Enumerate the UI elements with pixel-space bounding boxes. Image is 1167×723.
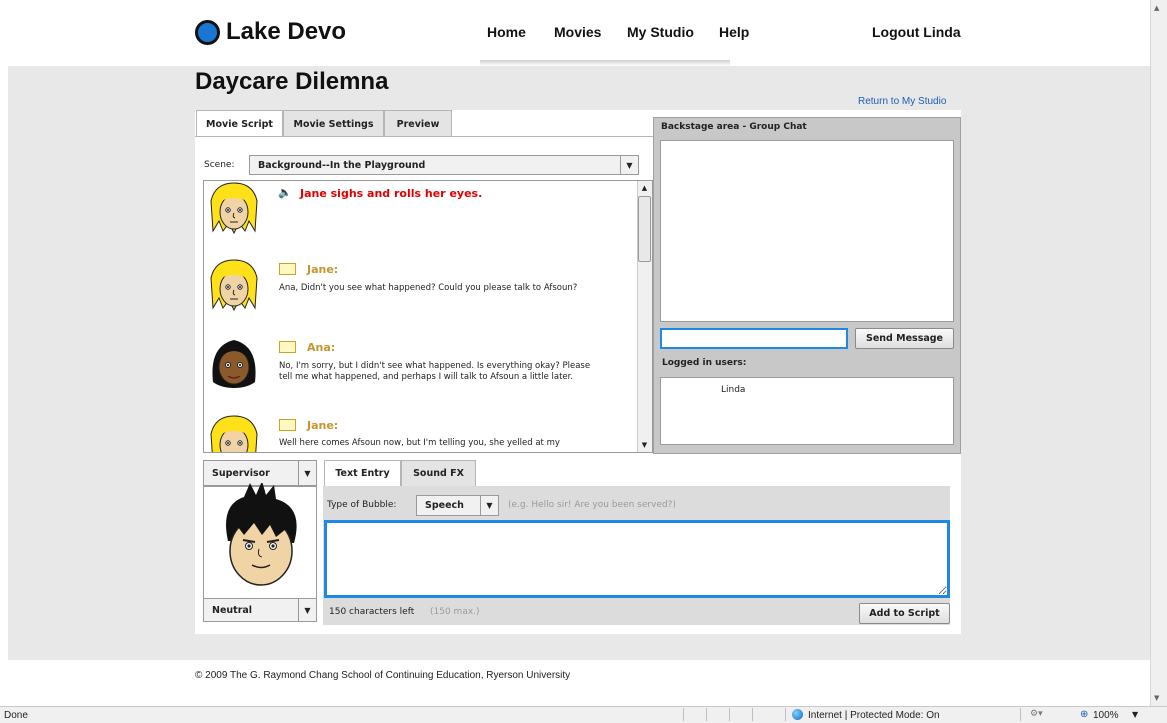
bubble-type-value: Speech — [425, 500, 464, 511]
chevron-down-icon: ▼ — [620, 156, 638, 174]
speech-bubble-icon — [279, 419, 296, 431]
status-bar — [0, 706, 1167, 723]
characters-max-label: (150 max.) — [430, 607, 480, 617]
chat-message-input[interactable] — [660, 328, 848, 349]
site-logo[interactable]: Lake Devo — [195, 18, 346, 46]
status-divider — [785, 708, 786, 721]
supervisor-avatar-icon — [226, 483, 297, 586]
logged-in-users-label: Logged in users: — [662, 358, 747, 368]
user-list-item: Linda — [721, 385, 746, 395]
scroll-up-icon[interactable]: ▲ — [637, 181, 652, 195]
logo-circle-icon — [195, 19, 220, 45]
script-list[interactable]: 🔈 Jane sighs and rolls her eyes. Jane: A… — [203, 180, 653, 453]
nav-my-studio[interactable]: My Studio — [627, 24, 694, 40]
return-to-studio-link[interactable]: Return to My Studio — [858, 96, 946, 107]
send-message-button[interactable]: Send Message — [855, 328, 954, 349]
character-preview — [203, 483, 317, 599]
protected-mode-icon[interactable]: ⚙▾ — [1030, 709, 1043, 719]
bubble-type-select[interactable]: Speech ▼ — [416, 495, 499, 516]
nav-home[interactable]: Home — [487, 24, 526, 40]
status-divider — [683, 708, 684, 721]
tab-text-entry[interactable]: Text Entry — [324, 460, 401, 486]
add-to-script-button[interactable]: Add to Script — [859, 603, 950, 624]
chevron-down-icon: ▼ — [298, 461, 316, 485]
script-line-sound: Jane sighs and rolls her eyes. — [300, 187, 483, 200]
jane-avatar-icon — [210, 415, 258, 452]
emotion-select[interactable]: Neutral ▼ — [203, 598, 317, 622]
scene-label: Scene: — [204, 160, 235, 170]
script-speaker: Jane: — [307, 263, 339, 276]
tab-sound-fx[interactable]: Sound FX — [401, 460, 476, 486]
scene-select-value: Background--In the Playground — [258, 159, 426, 171]
status-text: Done — [4, 710, 28, 721]
chevron-down-icon: ▼ — [298, 599, 316, 621]
script-speaker: Ana: — [307, 341, 336, 354]
logged-in-users-list — [660, 377, 954, 445]
scene-select[interactable]: Background--In the Playground ▼ — [249, 155, 639, 175]
speaker-sound-icon: 🔈 — [278, 186, 292, 199]
browser-page: { "header": { "logo_text": "Lake Devo", … — [0, 0, 1167, 723]
security-zone: Internet | Protected Mode: On — [808, 710, 940, 721]
script-speaker: Jane: — [307, 419, 339, 432]
zoom-level[interactable]: 100% — [1093, 710, 1119, 721]
scroll-up-icon[interactable]: ▲ — [1154, 4, 1159, 12]
page-title: Daycare Dilemna — [195, 68, 389, 95]
script-line-text: Well here comes Afsoun now, but I'm tell… — [279, 438, 560, 448]
scroll-down-icon[interactable]: ▼ — [637, 438, 652, 452]
zoom-icon[interactable]: ⊕ — [1080, 709, 1088, 720]
tab-preview[interactable]: Preview — [384, 110, 452, 137]
status-divider — [729, 708, 730, 721]
script-line-text: Ana, Didn't you see what happened? Could… — [279, 283, 578, 293]
tab-divider — [195, 136, 653, 137]
chevron-down-icon[interactable]: ▼ — [1132, 710, 1138, 719]
script-text-input[interactable] — [324, 520, 950, 598]
jane-avatar-icon — [210, 182, 258, 235]
logout-link[interactable]: Logout Linda — [872, 24, 961, 40]
ana-avatar-icon — [212, 340, 256, 388]
speech-bubble-icon — [279, 341, 296, 353]
backstage-title: Backstage area - Group Chat — [661, 122, 807, 132]
characters-left-counter: 150 characters left — [329, 607, 415, 617]
scroll-down-icon[interactable]: ▼ — [1154, 694, 1159, 702]
bubble-hint: (e.g. Hello sir! Are you been served?) — [508, 500, 676, 510]
nav-movies[interactable]: Movies — [554, 24, 601, 40]
scroll-thumb[interactable] — [638, 196, 651, 262]
globe-icon — [792, 709, 803, 720]
logo-text: Lake Devo — [226, 18, 347, 45]
window-scrollbar[interactable] — [1150, 0, 1167, 706]
group-chat-log — [660, 140, 954, 322]
footer-area — [8, 660, 1150, 702]
status-divider — [706, 708, 707, 721]
tab-movie-script[interactable]: Movie Script — [196, 110, 283, 137]
script-line-text: No, I'm sorry, but I didn't see what hap… — [279, 361, 591, 382]
copyright-footer: © 2009 The G. Raymond Chang School of Co… — [195, 670, 571, 681]
status-divider — [1020, 708, 1021, 721]
status-divider — [752, 708, 753, 721]
text-entry-footer — [323, 600, 950, 625]
chevron-down-icon: ▼ — [480, 496, 498, 515]
nav-help[interactable]: Help — [719, 24, 749, 40]
jane-avatar-icon — [210, 259, 258, 312]
bubble-type-label: Type of Bubble: — [327, 500, 397, 510]
emotion-select-value: Neutral — [212, 604, 253, 616]
character-select-value: Supervisor — [212, 467, 270, 479]
speech-bubble-icon — [279, 263, 296, 275]
tab-movie-settings[interactable]: Movie Settings — [283, 110, 384, 137]
